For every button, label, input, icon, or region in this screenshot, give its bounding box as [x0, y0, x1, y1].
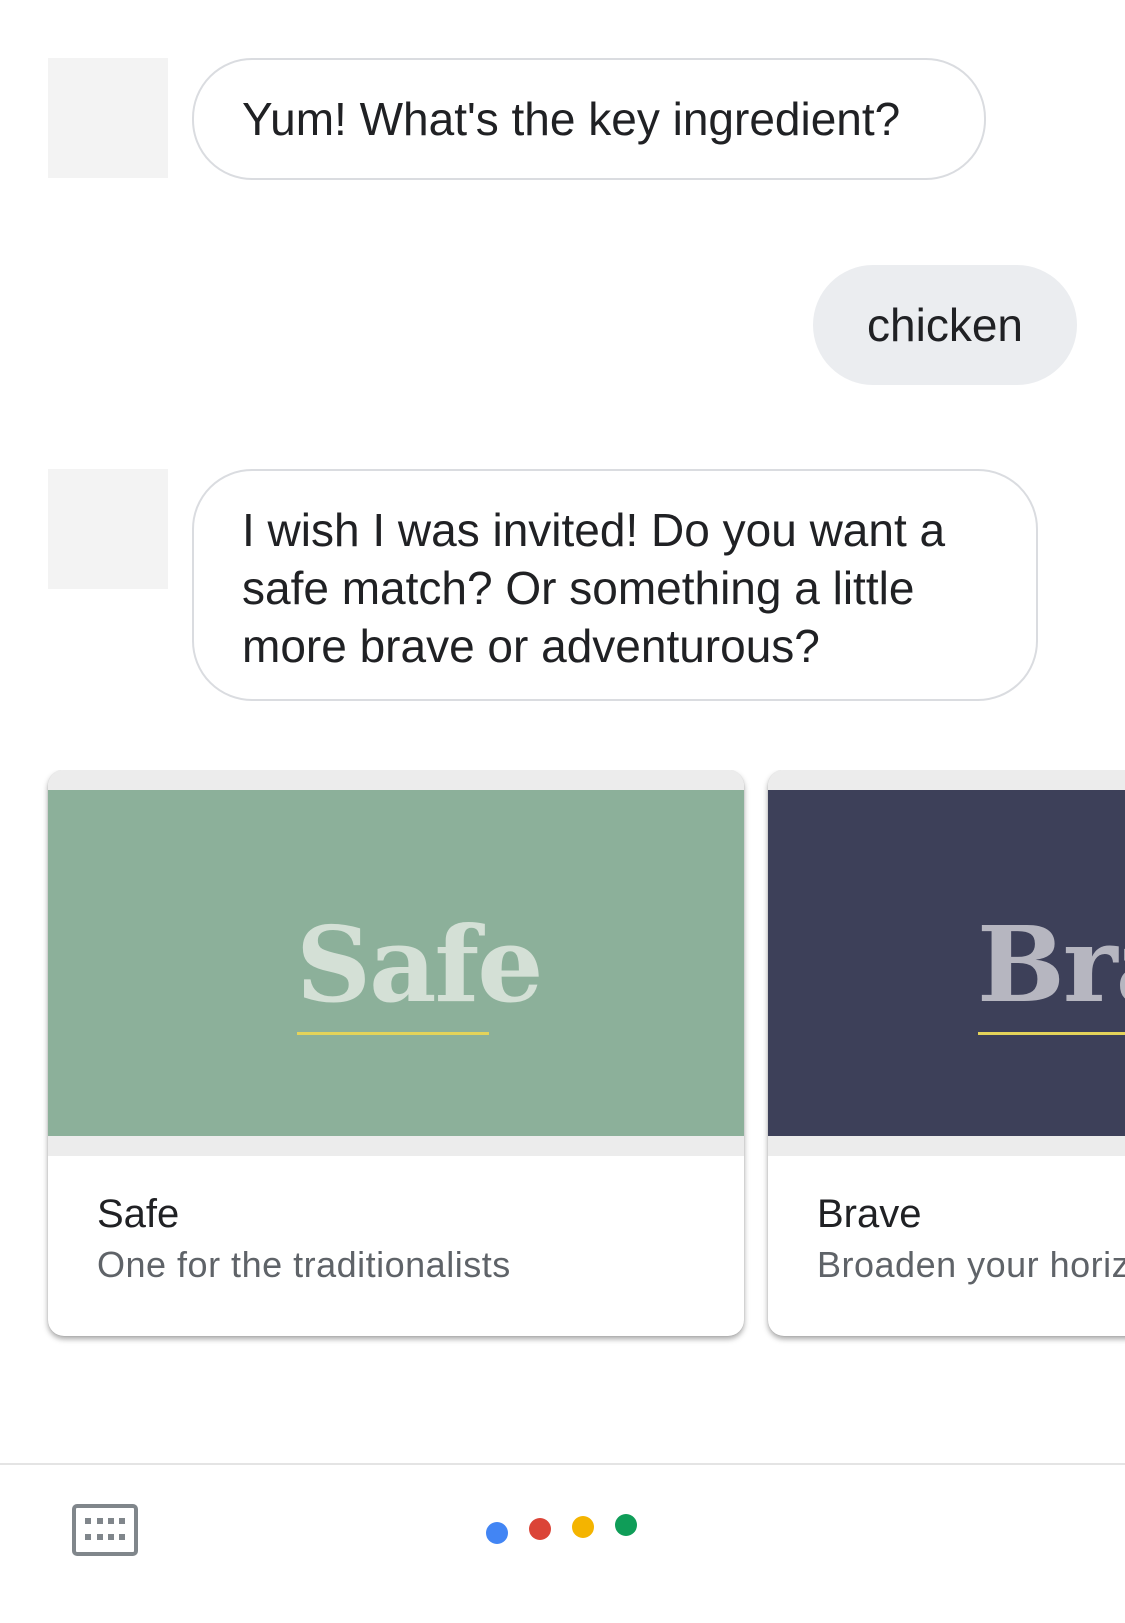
card-image-underline	[297, 1032, 489, 1035]
card-image-safe: Safe	[48, 790, 744, 1136]
assistant-dot-red	[529, 1518, 551, 1540]
card-top-strip	[768, 770, 1125, 790]
assistant-dot-green	[615, 1514, 637, 1536]
assistant-message-text: I wish I was invited! Do you want a safe…	[242, 504, 946, 672]
card-title: Brave	[817, 1192, 922, 1236]
assistant-avatar	[48, 58, 168, 178]
assistant-screen: Yum! What's the key ingredient? chicken …	[0, 0, 1125, 1623]
assistant-avatar	[48, 469, 168, 589]
google-assistant-dots-icon[interactable]	[484, 1510, 644, 1550]
card-image-label: Safe	[296, 903, 543, 1026]
card-divider-strip	[768, 1136, 1125, 1156]
assistant-dot-blue	[486, 1522, 508, 1544]
card-divider-strip	[48, 1136, 744, 1156]
card-image-label: Brave	[977, 903, 1125, 1026]
user-message-bubble: chicken	[813, 265, 1077, 385]
suggestion-card-safe[interactable]: Safe Safe One for the traditionalists	[48, 770, 744, 1336]
suggestion-carousel[interactable]: Safe Safe One for the traditionalists Br…	[0, 770, 1125, 1350]
card-subtitle: One for the traditionalists	[97, 1244, 511, 1285]
card-title: Safe	[97, 1192, 180, 1236]
card-subtitle: Broaden your horizons	[817, 1244, 1125, 1285]
user-message-text: chicken	[867, 299, 1023, 351]
suggestion-card-brave[interactable]: Brave Brave Broaden your horizons	[768, 770, 1125, 1336]
card-top-strip	[48, 770, 744, 790]
card-image-underline	[978, 1032, 1125, 1035]
bottom-divider	[0, 1463, 1125, 1465]
assistant-dot-yellow	[572, 1516, 594, 1538]
assistant-message-bubble: Yum! What's the key ingredient?	[192, 58, 986, 180]
card-image-brave: Brave	[768, 790, 1125, 1136]
keyboard-icon[interactable]	[72, 1504, 138, 1556]
assistant-message-text: Yum! What's the key ingredient?	[242, 93, 901, 145]
assistant-message-bubble: I wish I was invited! Do you want a safe…	[192, 469, 1038, 701]
